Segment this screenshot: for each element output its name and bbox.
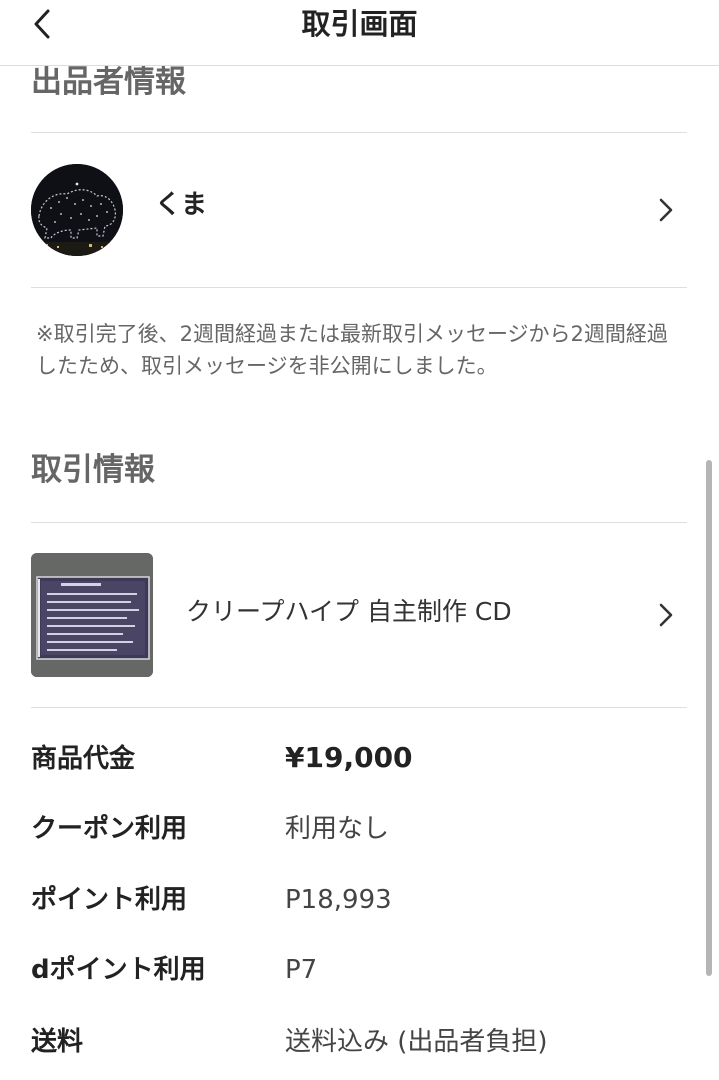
scrollbar[interactable] xyxy=(706,460,712,976)
d-point-label: dポイント利用 xyxy=(31,955,206,985)
header-bar: 取引画面 xyxy=(0,0,719,66)
item-thumbnail xyxy=(31,553,153,677)
divider xyxy=(31,522,687,523)
price-value: ¥19,000 xyxy=(285,741,413,774)
point-label: ポイント利用 xyxy=(31,885,188,915)
seller-section-title: 出品者情報 xyxy=(31,64,186,100)
divider xyxy=(31,132,687,133)
trade-screen: 出品者情報 くま ※取引完了後、2週間経過または最新取引メッセージから2週間経過… xyxy=(0,0,719,1080)
page-title: 取引画面 xyxy=(301,7,418,41)
trade-section-title: 取引情報 xyxy=(31,452,155,488)
divider xyxy=(31,707,687,708)
chevron-right-icon xyxy=(654,600,678,630)
seller-name: くま xyxy=(155,190,208,220)
seller-avatar xyxy=(31,164,123,256)
scroll-content[interactable]: 出品者情報 くま ※取引完了後、2週間経過または最新取引メッセージから2週間経過… xyxy=(0,0,719,1080)
shipping-value: 送料込み (出品者負担) xyxy=(285,1027,548,1057)
coupon-label: クーポン利用 xyxy=(31,814,188,844)
point-value: P18,993 xyxy=(285,885,392,915)
divider xyxy=(31,287,687,288)
seller-row[interactable]: くま xyxy=(31,162,687,258)
shipping-label: 送料 xyxy=(31,1027,84,1057)
item-name: クリープハイプ 自主制作 CD xyxy=(186,597,512,626)
item-row[interactable]: クリープハイプ 自主制作 CD xyxy=(31,553,687,677)
message-hidden-notice: ※取引完了後、2週間経過または最新取引メッセージから2週間経過したため、取引メッ… xyxy=(36,322,668,378)
chevron-right-icon xyxy=(654,195,678,225)
coupon-value: 利用なし xyxy=(285,814,390,844)
price-label: 商品代金 xyxy=(31,744,136,774)
d-point-value: P7 xyxy=(285,955,318,985)
